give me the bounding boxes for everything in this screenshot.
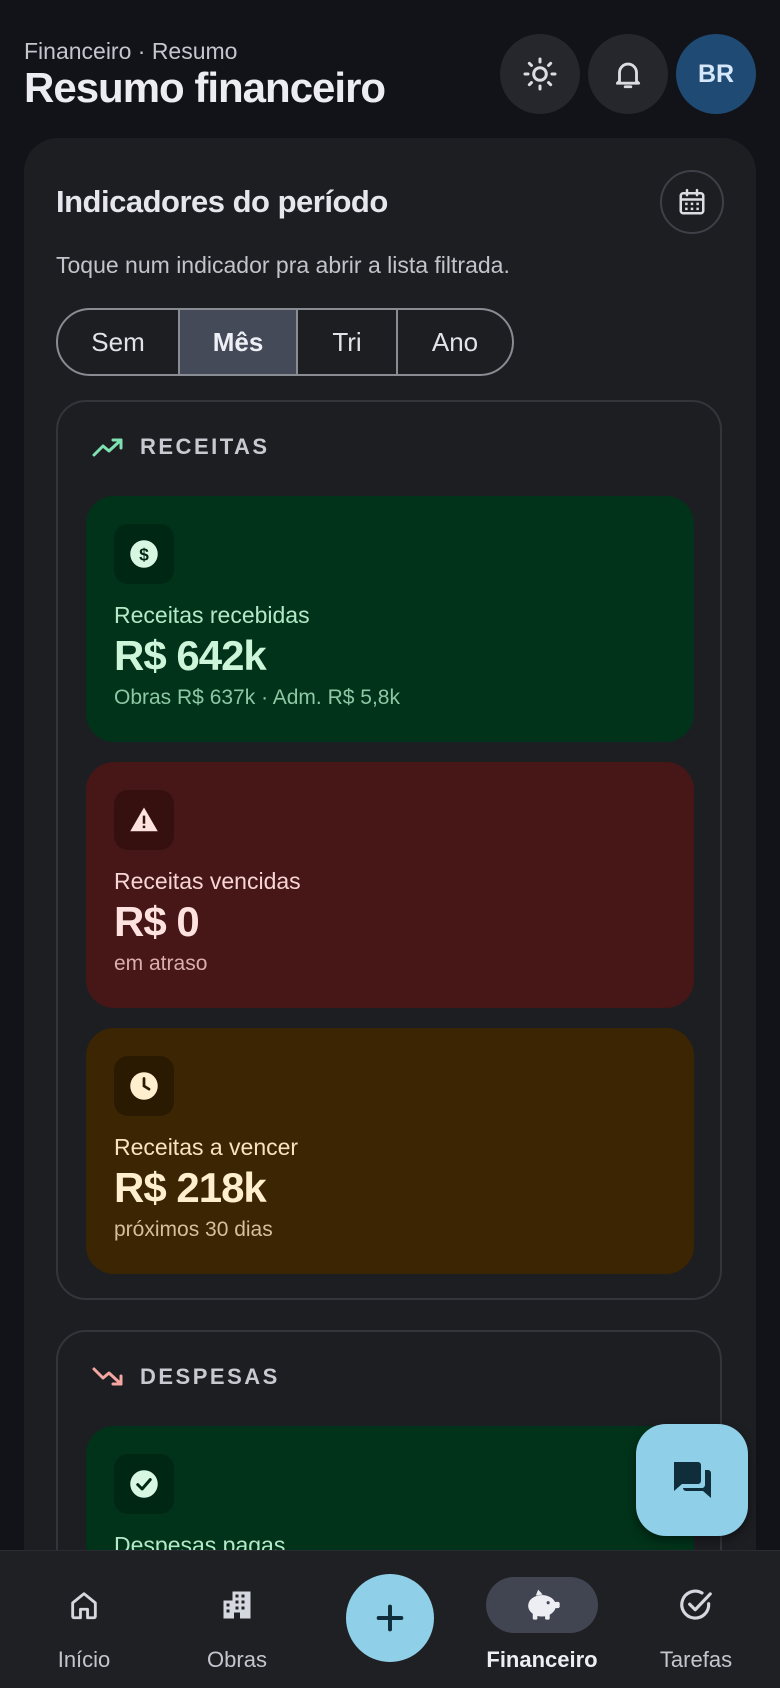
- home-icon: [71, 1592, 97, 1620]
- calendar-button[interactable]: [660, 170, 724, 234]
- theme-toggle-button[interactable]: [500, 34, 580, 114]
- task-check-icon: [680, 1589, 712, 1620]
- clock-icon: [130, 1072, 158, 1100]
- period-segmented-control: Sem Mês Tri Ano: [56, 308, 514, 376]
- nav-label: Tarefas: [659, 1647, 733, 1672]
- kpi-label: Receitas recebidas: [114, 602, 310, 628]
- add-button[interactable]: [346, 1574, 434, 1662]
- nav-label: Obras: [207, 1647, 267, 1672]
- kpi-label: Receitas a vencer: [114, 1134, 299, 1160]
- section-title: Indicadores do período: [56, 184, 388, 219]
- despesas-label: DESPESAS: [140, 1364, 280, 1389]
- calendar-icon: [679, 188, 705, 215]
- trending-up-icon: [92, 438, 123, 457]
- bell-icon: [615, 62, 641, 89]
- avatar[interactable]: BR: [676, 34, 756, 114]
- nav-item-tarefas[interactable]: Tarefas: [618, 1551, 774, 1688]
- plus-icon: [376, 1604, 404, 1632]
- nav-item-inicio[interactable]: Início: [6, 1551, 162, 1688]
- warning-icon: [130, 807, 158, 832]
- receitas-group: RECEITAS $ Receitas recebidas R$ 642k Ob…: [56, 400, 722, 1300]
- page-title: Resumo financeiro: [24, 64, 386, 111]
- check-circle-icon: [130, 1470, 158, 1498]
- hint-text: Toque num indicador pra abrir a lista fi…: [56, 252, 510, 278]
- nav-label: Início: [57, 1647, 111, 1672]
- svg-text:$: $: [139, 544, 149, 564]
- kpi-label: Receitas vencidas: [114, 868, 301, 894]
- kpi-subtext: em atraso: [114, 952, 208, 975]
- sun-icon: [523, 57, 557, 91]
- period-option-ano[interactable]: Ano: [398, 310, 512, 374]
- kpi-value: R$ 0: [114, 898, 200, 945]
- kpi-receitas-recebidas[interactable]: $ Receitas recebidas R$ 642k Obras R$ 63…: [86, 496, 694, 742]
- trending-down-icon: [92, 1367, 123, 1386]
- period-option-mes[interactable]: Mês: [180, 310, 298, 374]
- nav-item-financeiro[interactable]: Financeiro: [464, 1551, 620, 1688]
- dollar-icon: $: [130, 540, 158, 568]
- building-icon: [223, 1591, 251, 1619]
- period-option-tri[interactable]: Tri: [298, 310, 398, 374]
- kpi-value: R$ 218k: [114, 1164, 267, 1211]
- app-header: Financeiro · Resumo Resumo financeiro BR: [0, 0, 780, 130]
- nav-label: Financeiro: [486, 1647, 598, 1672]
- chat-icon: [674, 1462, 711, 1498]
- receitas-label: RECEITAS: [140, 434, 270, 459]
- notifications-button[interactable]: [588, 34, 668, 114]
- piggy-bank-icon: [528, 1589, 560, 1620]
- nav-item-obras[interactable]: Obras: [159, 1551, 315, 1688]
- chat-button[interactable]: [636, 1424, 748, 1536]
- kpi-subtext: próximos 30 dias: [114, 1218, 273, 1241]
- kpi-value: R$ 642k: [114, 632, 267, 679]
- breadcrumb: Financeiro · Resumo: [24, 38, 238, 64]
- kpi-receitas-vencidas[interactable]: Receitas vencidas R$ 0 em atraso: [86, 762, 694, 1008]
- kpi-receitas-a-vencer[interactable]: Receitas a vencer R$ 218k próximos 30 di…: [86, 1028, 694, 1274]
- kpi-subtext: Obras R$ 637k · Adm. R$ 5,8k: [114, 686, 400, 709]
- period-option-sem[interactable]: Sem: [58, 310, 180, 374]
